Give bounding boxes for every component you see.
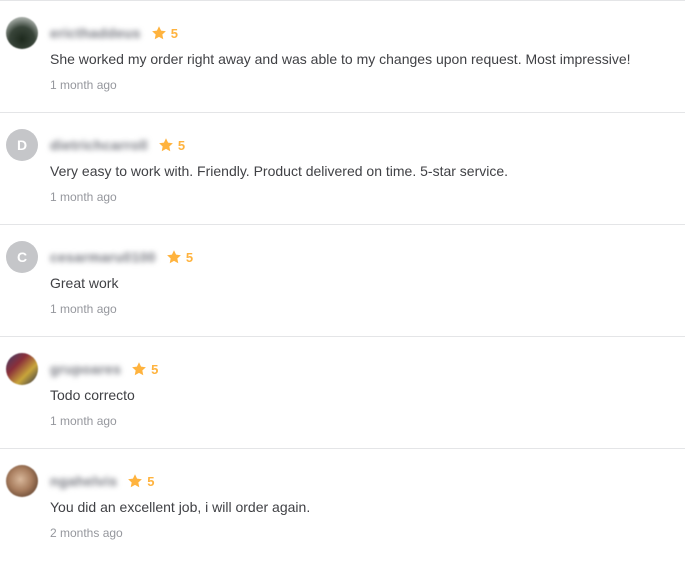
review-item: ericthaddeus 5 She worked my order right…	[0, 0, 685, 112]
reviews-list: ericthaddeus 5 She worked my order right…	[0, 0, 685, 560]
review-time: 1 month ago	[50, 78, 117, 92]
review-header: ngahelvis 5	[50, 471, 155, 491]
review-item: ngahelvis 5 You did an excellent job, i …	[0, 448, 685, 560]
rating-value: 5	[185, 249, 194, 265]
review-rating: 5	[166, 249, 193, 265]
review-time: 2 months ago	[50, 526, 123, 540]
rating-value: 5	[147, 473, 155, 489]
review-rating: 5	[158, 137, 185, 153]
review-comment: You did an excellent job, i will order a…	[50, 499, 311, 515]
review-comment: Todo correcto	[50, 387, 135, 403]
star-icon	[128, 474, 143, 488]
reviewer-username[interactable]: ngahelvis	[50, 473, 117, 489]
rating-value: 5	[151, 361, 159, 377]
reviewer-username[interactable]: dietrichcarroll	[50, 137, 148, 153]
avatar[interactable]	[6, 353, 38, 385]
review-header: dietrichcarroll 5	[50, 135, 185, 155]
avatar[interactable]	[6, 465, 38, 497]
review-rating: 5	[131, 361, 158, 377]
reviewer-username[interactable]: grupoares	[50, 361, 121, 377]
avatar[interactable]: D	[6, 129, 38, 161]
review-header: ericthaddeus 5	[50, 23, 178, 43]
rating-value: 5	[170, 25, 178, 41]
review-rating: 5	[151, 25, 178, 41]
rating-value: 5	[177, 137, 186, 153]
avatar[interactable]	[6, 17, 38, 49]
star-icon	[167, 250, 181, 264]
review-comment: Very easy to work with. Friendly. Produc…	[50, 163, 509, 179]
review-item: C cesarmaru0100 5 Great work 1 month ago	[0, 224, 685, 336]
review-time: 1 month ago	[50, 414, 117, 428]
review-comment: She worked my order right away and was a…	[50, 51, 631, 67]
review-item: D dietrichcarroll 5 Very easy to work wi…	[0, 112, 685, 224]
reviewer-username[interactable]: ericthaddeus	[50, 25, 141, 41]
star-icon	[151, 26, 166, 40]
reviewer-username[interactable]: cesarmaru0100	[50, 249, 156, 265]
review-comment: Great work	[50, 275, 119, 291]
review-item: grupoares 5 Todo correcto 1 month ago	[0, 336, 685, 448]
review-rating: 5	[127, 473, 155, 489]
review-time: 1 month ago	[50, 190, 117, 204]
review-header: cesarmaru0100 5	[50, 247, 193, 267]
star-icon	[132, 362, 147, 376]
avatar[interactable]: C	[6, 241, 38, 273]
star-icon	[159, 138, 173, 152]
review-header: grupoares 5	[50, 359, 158, 379]
review-time: 1 month ago	[50, 302, 117, 316]
